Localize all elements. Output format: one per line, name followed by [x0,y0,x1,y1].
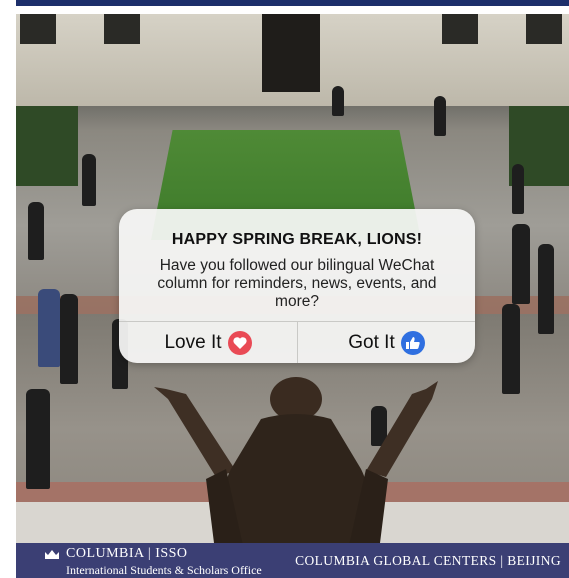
popup-title: HAPPY SPRING BREAK, LIONS! [171,231,423,248]
pedestrian [512,164,524,214]
love-it-button[interactable]: Love It [119,322,297,363]
pedestrian [512,224,530,304]
building-window [20,14,56,44]
thumbs-up-icon [400,330,425,355]
pedestrian [26,389,50,489]
pedestrian [28,202,44,260]
heart-icon [227,330,252,355]
popup-message: Have you followed our bilingual WeChat c… [157,257,437,310]
building-door [262,14,320,92]
pedestrian [332,86,344,116]
pedestrian [502,304,520,394]
pedestrian [38,289,60,367]
pedestrian [60,294,78,384]
building-window [104,14,140,44]
pedestrian [82,154,96,206]
building-window [526,14,562,44]
library-building [16,14,569,106]
crown-icon [45,549,59,559]
alma-mater-statue [154,377,438,543]
love-it-label: Love It [164,331,222,353]
top-accent-bar [16,0,569,6]
hedge-left [16,106,78,186]
got-it-button[interactable]: Got It [298,322,475,363]
graphic-frame: HAPPY SPRING BREAK, LIONS! Have you foll… [0,0,569,578]
notification-popup: HAPPY SPRING BREAK, LIONS! Have you foll… [119,209,475,363]
pedestrian [434,96,446,136]
global-centers-text: COLUMBIA GLOBAL CENTERS | BEIJING [295,553,561,568]
pedestrian [538,244,554,334]
got-it-label: Got It [348,331,395,353]
isso-brand-text: COLUMBIA | ISSO [66,546,188,561]
isso-subtitle: International Students & Scholars Office [66,563,262,577]
isso-branding: COLUMBIA | ISSO International Students &… [44,546,262,578]
building-window [442,14,478,44]
footer-banner: COLUMBIA | ISSO International Students &… [16,543,569,578]
